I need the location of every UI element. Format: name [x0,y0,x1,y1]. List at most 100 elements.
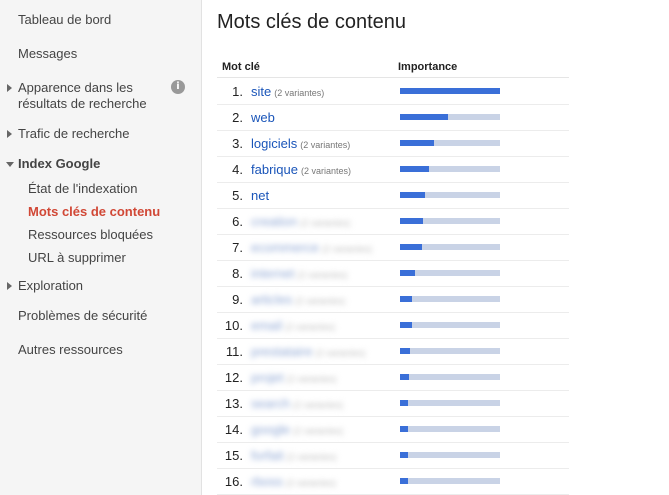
sidebar-item-security-issues[interactable]: Problèmes de sécurité [18,308,147,324]
keyword-cell: net [251,188,269,203]
row-rank: 2. [232,110,243,125]
table-row: 2. web [217,105,569,131]
keyword-link[interactable]: projet [251,370,284,385]
table-row: 1. site (2 variantes) [217,79,569,105]
keyword-variants: (2 variantes) [286,374,337,384]
importance-bar [400,140,500,146]
keyword-link[interactable]: google [251,422,290,437]
keyword-cell: prestataire (2 variantes) [251,344,365,359]
header-divider [217,77,569,78]
table-row: 8. internet (2 variantes) [217,261,569,287]
row-rank: 6. [232,214,243,229]
sidebar-subitem-remove-urls[interactable]: URL à supprimer [28,250,126,266]
table-row: 5. net [217,183,569,209]
keyword-cell: site (2 variantes) [251,84,324,99]
sidebar-item-other-resources[interactable]: Autres ressources [18,342,123,358]
row-rank: 7. [232,240,243,255]
sidebar-item-crawl[interactable]: Exploration [7,278,84,294]
keyword-cell: logiciels (2 variantes) [251,136,350,151]
chevron-right-icon [7,130,12,138]
keyword-link[interactable]: net [251,188,269,203]
keyword-link[interactable]: internet [251,266,294,281]
keyword-link[interactable]: logiciels [251,136,297,151]
keyword-variants: (2 variantes) [300,140,351,150]
table-row: 12. projet (2 variantes) [217,365,569,391]
keyword-variants: (2 variantes) [300,218,351,228]
sidebar-item-search-traffic[interactable]: Trafic de recherche [7,126,130,142]
importance-bar-fill [400,348,410,354]
row-rank: 15. [224,448,243,463]
importance-bar-fill [400,296,412,302]
keyword-cell: fabrique (2 variantes) [251,162,351,177]
importance-bar-fill [400,218,423,224]
keyword-link[interactable]: email [251,318,282,333]
table-row: 7. ecommerce (2 variantes) [217,235,569,261]
keyword-variants: (2 variantes) [295,296,346,306]
keyword-link[interactable]: site [251,84,271,99]
importance-bar-fill [400,88,500,94]
keyword-cell: forfait (2 variantes) [251,448,337,463]
keyword-link[interactable]: web [251,110,275,125]
importance-bar-fill [400,452,408,458]
importance-bar [400,114,500,120]
row-rank: 10. [224,318,243,333]
importance-bar [400,426,500,432]
importance-bar-fill [400,270,415,276]
sidebar-item-dashboard[interactable]: Tableau de bord [18,12,111,28]
importance-bar-fill [400,400,408,406]
sidebar-item-label: Index Google [18,156,101,171]
row-rank: 1. [232,84,243,99]
sidebar-item-label: Apparence dans les [18,80,133,95]
sidebar-item-messages[interactable]: Messages [18,46,77,62]
importance-bar-fill [400,374,409,380]
row-rank: 9. [232,292,243,307]
keyword-variants: (2 variantes) [285,322,336,332]
chevron-right-icon [7,84,12,92]
keyword-link[interactable]: fabrique [251,162,298,177]
importance-bar [400,88,500,94]
row-rank: 14. [224,422,243,437]
row-rank: 8. [232,266,243,281]
keyword-cell: google (2 variantes) [251,422,343,437]
chevron-down-icon [6,162,14,167]
table-row: 6. creation (2 variantes) [217,209,569,235]
keyword-variants: (2 variantes) [297,270,348,280]
importance-bar [400,348,500,354]
sidebar-item-search-appearance[interactable]: Apparence dans les résultats de recherch… [7,80,147,112]
keyword-link[interactable]: articles [251,292,292,307]
sidebar: Tableau de bord Messages Apparence dans … [0,0,202,495]
importance-bar-fill [400,244,422,250]
importance-bar [400,374,500,380]
column-header-importance[interactable]: Importance [398,61,457,73]
sidebar-item-label: Trafic de recherche [18,126,130,141]
table-row: 14. google (2 variantes) [217,417,569,443]
keyword-cell: projet (2 variantes) [251,370,337,385]
sidebar-subitem-content-keywords[interactable]: Mots clés de contenu [28,204,160,220]
keyword-link[interactable]: ecommerce [251,240,319,255]
keyword-variants: (2 variantes) [286,452,337,462]
sidebar-subitem-index-status[interactable]: État de l'indexation [28,181,137,197]
sidebar-item-label: Exploration [18,278,84,293]
table-row: 11. prestataire (2 variantes) [217,339,569,365]
sidebar-subitem-blocked-resources[interactable]: Ressources bloquées [28,227,153,243]
column-header-keyword[interactable]: Mot clé [222,61,260,73]
keyword-cell: web [251,110,275,125]
keyword-link[interactable]: creation [251,214,297,229]
importance-bar-fill [400,478,408,484]
keyword-link[interactable]: search [251,396,290,411]
importance-bar [400,400,500,406]
row-rank: 16. [224,474,243,489]
keyword-link[interactable]: rboss [251,474,283,489]
keyword-link[interactable]: forfait [251,448,284,463]
keyword-variants: (2 variantes) [293,426,344,436]
keyword-link[interactable]: prestataire [251,344,312,359]
importance-bar [400,270,500,276]
table-row: 3. logiciels (2 variantes) [217,131,569,157]
importance-bar [400,322,500,328]
keyword-variants: (2 variantes) [293,400,344,410]
row-rank: 13. [224,396,243,411]
info-icon[interactable]: i [171,80,185,94]
sidebar-item-google-index[interactable]: Index Google [6,156,101,172]
importance-bar [400,192,500,198]
keyword-variants: (2 variantes) [315,348,366,358]
